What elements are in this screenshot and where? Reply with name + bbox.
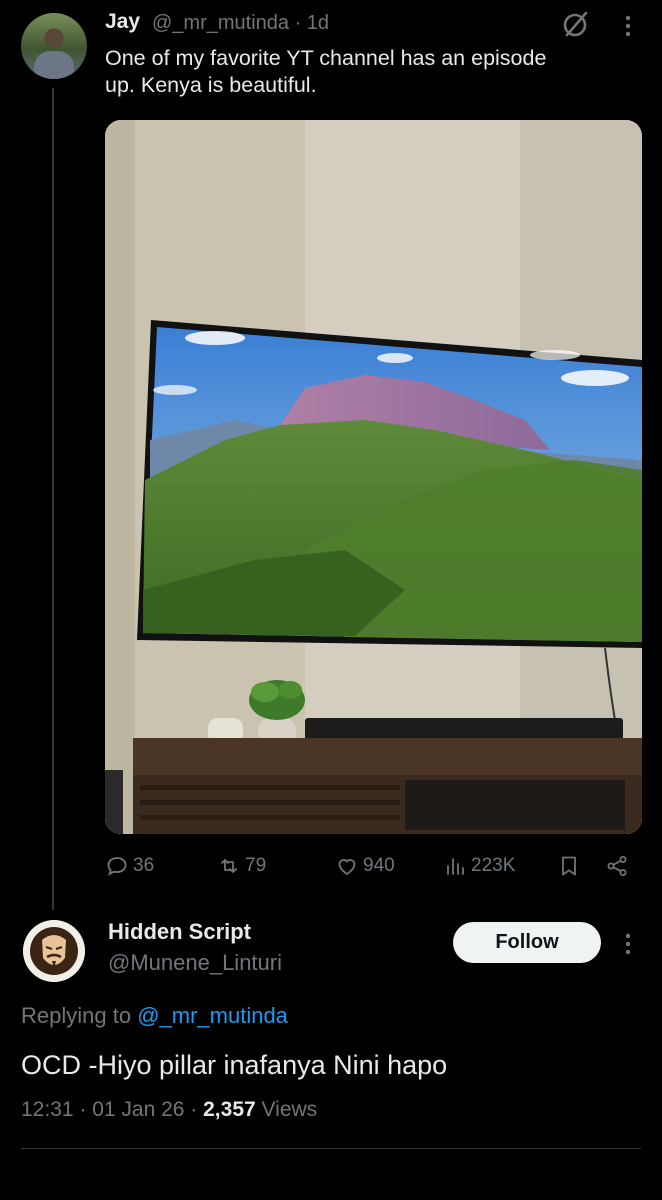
- tweet-photo[interactable]: [105, 120, 642, 834]
- reply-views-label: Views: [255, 1098, 318, 1121]
- share-icon: [607, 856, 627, 876]
- reply-views-count: 2,357: [203, 1098, 256, 1121]
- thread-connector-line: [52, 88, 54, 910]
- mask-avatar-icon: [23, 920, 85, 982]
- views-chart-icon: [447, 858, 464, 875]
- repost-icon: [221, 859, 237, 873]
- reply-count: 36: [133, 855, 155, 876]
- reply-author-avatar[interactable]: [23, 920, 85, 982]
- share-button[interactable]: [605, 848, 629, 884]
- reply-meta: 12:31 · 01 Jan 26 · 2,357 Views: [21, 1098, 317, 1122]
- heart-icon: [338, 859, 356, 876]
- author-handle-time[interactable]: @_mr_mutinda · 1d: [152, 12, 329, 35]
- replying-prefix: Replying to: [21, 1003, 138, 1028]
- bookmark-icon: [562, 856, 576, 876]
- bookmark-button[interactable]: [557, 848, 581, 884]
- reply-text: OCD -Hiyo pillar inafanya Nini hapo: [21, 1050, 448, 1080]
- views-button[interactable]: 223K: [443, 848, 515, 884]
- like-button[interactable]: 940: [335, 848, 395, 884]
- follow-button[interactable]: Follow: [453, 922, 601, 963]
- author-name[interactable]: Jay: [105, 10, 140, 34]
- reply-icon: [107, 857, 127, 876]
- replying-mention-link[interactable]: @_mr_mutinda: [137, 1003, 288, 1028]
- reply-time-date[interactable]: 12:31 · 01 Jan 26 ·: [21, 1098, 203, 1121]
- tv-room-photo: [105, 120, 642, 834]
- reply-author-name[interactable]: Hidden Script: [108, 919, 251, 945]
- author-avatar[interactable]: [21, 13, 87, 79]
- reply-author-handle[interactable]: @Munene_Linturi: [108, 950, 282, 976]
- more-vertical-icon[interactable]: [618, 12, 638, 40]
- divider: [21, 1148, 641, 1149]
- repost-count: 79: [245, 855, 267, 876]
- replying-to: Replying to @_mr_mutinda: [21, 1003, 288, 1029]
- reply-button[interactable]: 36: [105, 848, 154, 884]
- views-count: 223K: [471, 855, 516, 876]
- tweet-action-bar: 36 79 940 223K: [105, 848, 642, 884]
- tweet-text: One of my favorite YT channel has an epi…: [105, 46, 547, 97]
- grok-slash-icon[interactable]: [560, 8, 592, 40]
- more-vertical-icon[interactable]: [618, 930, 638, 958]
- like-count: 940: [363, 855, 395, 876]
- repost-button[interactable]: 79: [217, 848, 266, 884]
